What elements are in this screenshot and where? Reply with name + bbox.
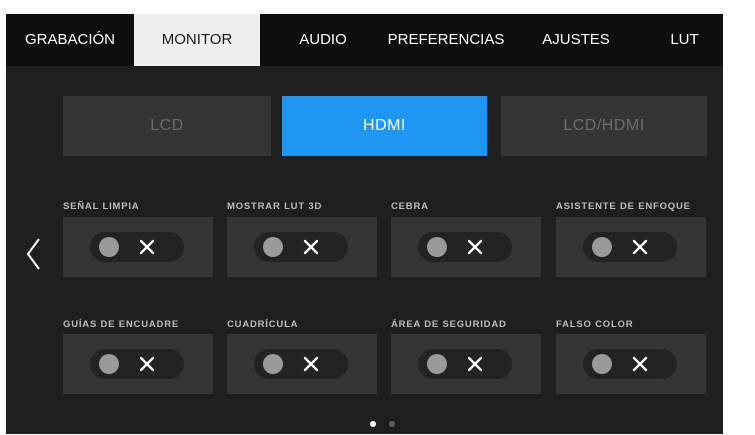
close-icon bbox=[632, 356, 648, 372]
clean-feed-toggle[interactable] bbox=[90, 232, 184, 262]
focus-assist-toggle[interactable] bbox=[583, 232, 677, 262]
zebra-toggle[interactable] bbox=[418, 232, 512, 262]
false-color-card[interactable] bbox=[556, 334, 706, 394]
safe-area-label: ÁREA DE SEGURIDAD bbox=[391, 319, 507, 330]
toggle-knob bbox=[99, 354, 119, 374]
display-3d-lut-label: MOSTRAR LUT 3D bbox=[227, 201, 323, 212]
clean-feed-label: SEÑAL LIMPIA bbox=[63, 201, 140, 212]
false-color-toggle[interactable] bbox=[583, 349, 677, 379]
close-icon bbox=[632, 239, 648, 255]
toggle-knob bbox=[427, 354, 447, 374]
toggle-knob bbox=[427, 237, 447, 257]
tab-lut[interactable]: LUT bbox=[646, 14, 723, 66]
close-icon bbox=[467, 356, 483, 372]
toggle-knob bbox=[99, 237, 119, 257]
grid-toggle[interactable] bbox=[254, 349, 348, 379]
display-3d-lut-toggle[interactable] bbox=[254, 232, 348, 262]
toggle-knob bbox=[263, 354, 283, 374]
output-hdmi-button[interactable]: HDMI bbox=[282, 96, 487, 156]
grid-label: CUADRÍCULA bbox=[227, 319, 299, 330]
safe-area-card[interactable] bbox=[391, 334, 541, 394]
toggle-knob bbox=[592, 237, 612, 257]
close-icon bbox=[303, 356, 319, 372]
safe-area-toggle[interactable] bbox=[418, 349, 512, 379]
frame-guides-card[interactable] bbox=[63, 334, 213, 394]
false-color-label: FALSO COLOR bbox=[556, 319, 634, 330]
tab-grabacion[interactable]: GRABACIÓN bbox=[6, 14, 134, 66]
close-icon bbox=[139, 356, 155, 372]
clean-feed-card[interactable] bbox=[63, 217, 213, 277]
toggle-knob bbox=[263, 237, 283, 257]
close-icon bbox=[303, 239, 319, 255]
output-lcd-hdmi-button[interactable]: LCD/HDMI bbox=[501, 96, 707, 156]
tab-ajustes[interactable]: AJUSTES bbox=[526, 14, 626, 66]
chevron-left-icon[interactable] bbox=[24, 236, 44, 272]
frame-guides-label: GUÍAS DE ENCUADRE bbox=[63, 319, 179, 330]
close-icon bbox=[139, 239, 155, 255]
display-3d-lut-card[interactable] bbox=[227, 217, 377, 277]
toggle-knob bbox=[592, 354, 612, 374]
zebra-card[interactable] bbox=[391, 217, 541, 277]
page-dot-active[interactable] bbox=[370, 421, 376, 427]
chevron-right-icon[interactable] bbox=[721, 236, 723, 272]
tab-preferencias[interactable]: PREFERENCIAS bbox=[381, 14, 511, 66]
page-dot[interactable] bbox=[389, 421, 395, 427]
frame-guides-toggle[interactable] bbox=[90, 349, 184, 379]
zebra-label: CEBRA bbox=[391, 201, 429, 212]
close-icon bbox=[467, 239, 483, 255]
focus-assist-label: ASISTENTE DE ENFOQUE bbox=[556, 201, 691, 212]
grid-card[interactable] bbox=[227, 334, 377, 394]
monitor-settings-screen: GRABACIÓN MONITOR AUDIO PREFERENCIAS AJU… bbox=[6, 14, 723, 434]
tab-bar: GRABACIÓN MONITOR AUDIO PREFERENCIAS AJU… bbox=[6, 14, 723, 66]
tab-audio[interactable]: AUDIO bbox=[270, 14, 376, 66]
focus-assist-card[interactable] bbox=[556, 217, 706, 277]
output-lcd-button[interactable]: LCD bbox=[63, 96, 271, 156]
tab-monitor[interactable]: MONITOR bbox=[134, 14, 260, 66]
